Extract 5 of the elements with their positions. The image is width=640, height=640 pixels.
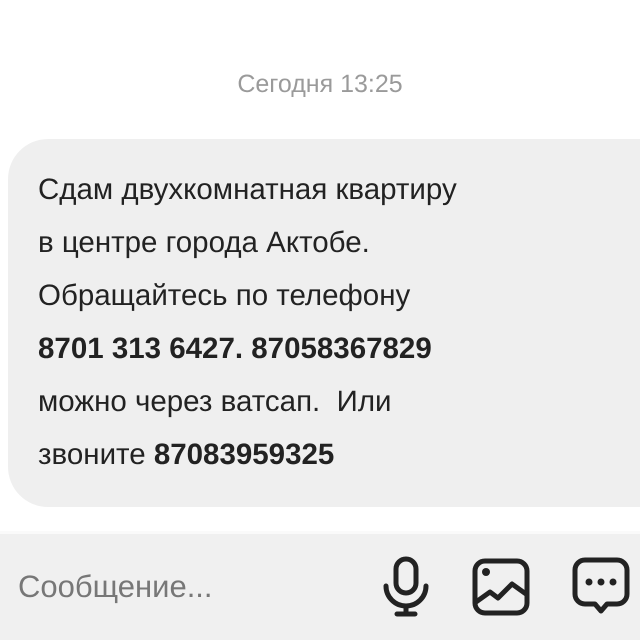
date-header: Сегодня 13:25 bbox=[237, 70, 403, 99]
message-field[interactable]: Сообщение... bbox=[18, 565, 382, 609]
image-icon[interactable] bbox=[472, 558, 530, 616]
message-text: Сдам двухкомнатная квартиру в центре города Актобе. Обращайтесь по телефону 8701 313 6427. 87058367829 можно через ватсап. Или звоните 87083959325 bbox=[38, 172, 458, 473]
microphone-icon[interactable] bbox=[382, 556, 430, 618]
